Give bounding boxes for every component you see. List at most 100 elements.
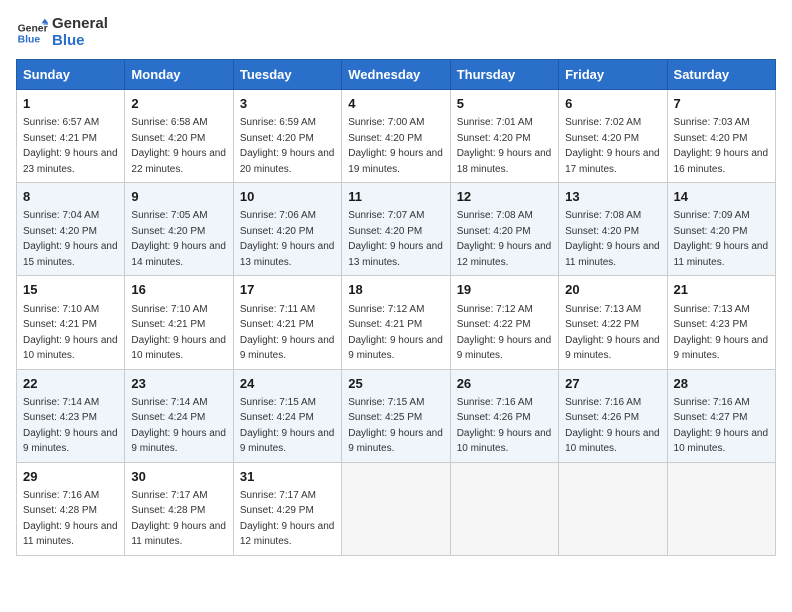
calendar-week-row: 22 Sunrise: 7:14 AMSunset: 4:23 PMDaylig… bbox=[17, 369, 776, 462]
logo: General Blue General Blue bbox=[16, 16, 108, 49]
calendar-cell: 3 Sunrise: 6:59 AMSunset: 4:20 PMDayligh… bbox=[233, 90, 341, 183]
day-number: 5 bbox=[457, 95, 552, 113]
day-number: 18 bbox=[348, 281, 443, 299]
header-sunday: Sunday bbox=[17, 60, 125, 90]
calendar-cell: 27 Sunrise: 7:16 AMSunset: 4:26 PMDaylig… bbox=[559, 369, 667, 462]
calendar-cell: 19 Sunrise: 7:12 AMSunset: 4:22 PMDaylig… bbox=[450, 276, 558, 369]
day-number: 26 bbox=[457, 375, 552, 393]
calendar-cell: 26 Sunrise: 7:16 AMSunset: 4:26 PMDaylig… bbox=[450, 369, 558, 462]
day-number: 28 bbox=[674, 375, 769, 393]
day-detail: Sunrise: 6:58 AMSunset: 4:20 PMDaylight:… bbox=[131, 117, 226, 175]
day-detail: Sunrise: 7:10 AMSunset: 4:21 PMDaylight:… bbox=[23, 304, 118, 362]
day-detail: Sunrise: 7:09 AMSunset: 4:20 PMDaylight:… bbox=[674, 210, 769, 268]
header-tuesday: Tuesday bbox=[233, 60, 341, 90]
header-wednesday: Wednesday bbox=[342, 60, 450, 90]
day-number: 21 bbox=[674, 281, 769, 299]
calendar-cell: 12 Sunrise: 7:08 AMSunset: 4:20 PMDaylig… bbox=[450, 183, 558, 276]
day-detail: Sunrise: 7:16 AMSunset: 4:28 PMDaylight:… bbox=[23, 490, 118, 548]
calendar-cell: 14 Sunrise: 7:09 AMSunset: 4:20 PMDaylig… bbox=[667, 183, 775, 276]
day-number: 23 bbox=[131, 375, 226, 393]
day-detail: Sunrise: 7:16 AMSunset: 4:26 PMDaylight:… bbox=[565, 397, 660, 455]
calendar-table: SundayMondayTuesdayWednesdayThursdayFrid… bbox=[16, 59, 776, 556]
day-number: 17 bbox=[240, 281, 335, 299]
day-detail: Sunrise: 7:16 AMSunset: 4:27 PMDaylight:… bbox=[674, 397, 769, 455]
day-detail: Sunrise: 6:57 AMSunset: 4:21 PMDaylight:… bbox=[23, 117, 118, 175]
day-number: 3 bbox=[240, 95, 335, 113]
day-detail: Sunrise: 7:13 AMSunset: 4:22 PMDaylight:… bbox=[565, 304, 660, 362]
day-detail: Sunrise: 7:04 AMSunset: 4:20 PMDaylight:… bbox=[23, 210, 118, 268]
day-number: 6 bbox=[565, 95, 660, 113]
day-detail: Sunrise: 7:03 AMSunset: 4:20 PMDaylight:… bbox=[674, 117, 769, 175]
calendar-cell: 28 Sunrise: 7:16 AMSunset: 4:27 PMDaylig… bbox=[667, 369, 775, 462]
calendar-cell bbox=[342, 462, 450, 555]
calendar-cell: 18 Sunrise: 7:12 AMSunset: 4:21 PMDaylig… bbox=[342, 276, 450, 369]
calendar-cell: 22 Sunrise: 7:14 AMSunset: 4:23 PMDaylig… bbox=[17, 369, 125, 462]
day-detail: Sunrise: 7:11 AMSunset: 4:21 PMDaylight:… bbox=[240, 304, 335, 362]
day-number: 15 bbox=[23, 281, 118, 299]
day-number: 31 bbox=[240, 468, 335, 486]
day-number: 25 bbox=[348, 375, 443, 393]
day-detail: Sunrise: 7:17 AMSunset: 4:29 PMDaylight:… bbox=[240, 490, 335, 548]
day-detail: Sunrise: 7:10 AMSunset: 4:21 PMDaylight:… bbox=[131, 304, 226, 362]
day-number: 7 bbox=[674, 95, 769, 113]
day-number: 4 bbox=[348, 95, 443, 113]
day-detail: Sunrise: 7:17 AMSunset: 4:28 PMDaylight:… bbox=[131, 490, 226, 548]
day-detail: Sunrise: 7:15 AMSunset: 4:24 PMDaylight:… bbox=[240, 397, 335, 455]
calendar-header-row: SundayMondayTuesdayWednesdayThursdayFrid… bbox=[17, 60, 776, 90]
calendar-week-row: 15 Sunrise: 7:10 AMSunset: 4:21 PMDaylig… bbox=[17, 276, 776, 369]
page-header: General Blue General Blue bbox=[16, 16, 776, 49]
day-number: 13 bbox=[565, 188, 660, 206]
calendar-cell: 2 Sunrise: 6:58 AMSunset: 4:20 PMDayligh… bbox=[125, 90, 233, 183]
calendar-cell: 5 Sunrise: 7:01 AMSunset: 4:20 PMDayligh… bbox=[450, 90, 558, 183]
day-detail: Sunrise: 7:14 AMSunset: 4:23 PMDaylight:… bbox=[23, 397, 118, 455]
day-number: 1 bbox=[23, 95, 118, 113]
day-detail: Sunrise: 6:59 AMSunset: 4:20 PMDaylight:… bbox=[240, 117, 335, 175]
calendar-week-row: 1 Sunrise: 6:57 AMSunset: 4:21 PMDayligh… bbox=[17, 90, 776, 183]
header-monday: Monday bbox=[125, 60, 233, 90]
day-number: 29 bbox=[23, 468, 118, 486]
day-number: 19 bbox=[457, 281, 552, 299]
day-detail: Sunrise: 7:12 AMSunset: 4:22 PMDaylight:… bbox=[457, 304, 552, 362]
day-detail: Sunrise: 7:13 AMSunset: 4:23 PMDaylight:… bbox=[674, 304, 769, 362]
calendar-cell: 23 Sunrise: 7:14 AMSunset: 4:24 PMDaylig… bbox=[125, 369, 233, 462]
calendar-cell: 29 Sunrise: 7:16 AMSunset: 4:28 PMDaylig… bbox=[17, 462, 125, 555]
day-number: 8 bbox=[23, 188, 118, 206]
calendar-cell: 1 Sunrise: 6:57 AMSunset: 4:21 PMDayligh… bbox=[17, 90, 125, 183]
day-number: 14 bbox=[674, 188, 769, 206]
calendar-cell: 30 Sunrise: 7:17 AMSunset: 4:28 PMDaylig… bbox=[125, 462, 233, 555]
logo-icon: General Blue bbox=[16, 17, 48, 49]
calendar-cell: 8 Sunrise: 7:04 AMSunset: 4:20 PMDayligh… bbox=[17, 183, 125, 276]
header-saturday: Saturday bbox=[667, 60, 775, 90]
calendar-cell: 7 Sunrise: 7:03 AMSunset: 4:20 PMDayligh… bbox=[667, 90, 775, 183]
day-number: 16 bbox=[131, 281, 226, 299]
calendar-cell: 9 Sunrise: 7:05 AMSunset: 4:20 PMDayligh… bbox=[125, 183, 233, 276]
day-number: 22 bbox=[23, 375, 118, 393]
day-detail: Sunrise: 7:06 AMSunset: 4:20 PMDaylight:… bbox=[240, 210, 335, 268]
day-detail: Sunrise: 7:08 AMSunset: 4:20 PMDaylight:… bbox=[565, 210, 660, 268]
day-number: 30 bbox=[131, 468, 226, 486]
calendar-cell bbox=[667, 462, 775, 555]
calendar-cell: 16 Sunrise: 7:10 AMSunset: 4:21 PMDaylig… bbox=[125, 276, 233, 369]
calendar-cell: 24 Sunrise: 7:15 AMSunset: 4:24 PMDaylig… bbox=[233, 369, 341, 462]
day-number: 12 bbox=[457, 188, 552, 206]
day-number: 9 bbox=[131, 188, 226, 206]
day-detail: Sunrise: 7:08 AMSunset: 4:20 PMDaylight:… bbox=[457, 210, 552, 268]
calendar-cell: 4 Sunrise: 7:00 AMSunset: 4:20 PMDayligh… bbox=[342, 90, 450, 183]
day-detail: Sunrise: 7:07 AMSunset: 4:20 PMDaylight:… bbox=[348, 210, 443, 268]
calendar-cell: 10 Sunrise: 7:06 AMSunset: 4:20 PMDaylig… bbox=[233, 183, 341, 276]
day-number: 2 bbox=[131, 95, 226, 113]
calendar-body: 1 Sunrise: 6:57 AMSunset: 4:21 PMDayligh… bbox=[17, 90, 776, 556]
calendar-week-row: 8 Sunrise: 7:04 AMSunset: 4:20 PMDayligh… bbox=[17, 183, 776, 276]
day-number: 27 bbox=[565, 375, 660, 393]
day-detail: Sunrise: 7:02 AMSunset: 4:20 PMDaylight:… bbox=[565, 117, 660, 175]
day-detail: Sunrise: 7:15 AMSunset: 4:25 PMDaylight:… bbox=[348, 397, 443, 455]
svg-text:Blue: Blue bbox=[18, 34, 41, 45]
calendar-cell: 31 Sunrise: 7:17 AMSunset: 4:29 PMDaylig… bbox=[233, 462, 341, 555]
day-number: 24 bbox=[240, 375, 335, 393]
calendar-cell: 11 Sunrise: 7:07 AMSunset: 4:20 PMDaylig… bbox=[342, 183, 450, 276]
header-friday: Friday bbox=[559, 60, 667, 90]
day-detail: Sunrise: 7:16 AMSunset: 4:26 PMDaylight:… bbox=[457, 397, 552, 455]
calendar-cell: 20 Sunrise: 7:13 AMSunset: 4:22 PMDaylig… bbox=[559, 276, 667, 369]
day-detail: Sunrise: 7:00 AMSunset: 4:20 PMDaylight:… bbox=[348, 117, 443, 175]
header-thursday: Thursday bbox=[450, 60, 558, 90]
